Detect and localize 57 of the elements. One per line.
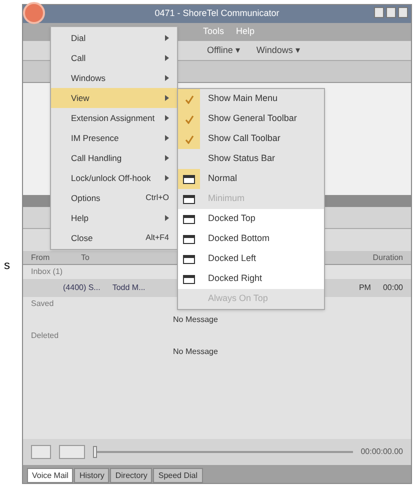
playback-time: 00:00:00.00: [360, 446, 403, 458]
menu-item[interactable]: Options Ctrl+O: [51, 188, 177, 208]
menu-item: Minimum: [178, 189, 324, 209]
menu-item[interactable]: Call: [51, 48, 177, 68]
toolbar-button[interactable]: Windows ▾: [252, 44, 304, 58]
menu-item[interactable]: Close Alt+F4: [51, 228, 177, 248]
menu-item[interactable]: Extension Assignment: [51, 108, 177, 128]
menu-item[interactable]: Call Handling: [51, 148, 177, 168]
menu-item[interactable]: Windows: [51, 68, 177, 88]
menu-item[interactable]: Docked Left: [178, 249, 324, 269]
player-button[interactable]: [59, 445, 85, 459]
maximize-button[interactable]: [386, 7, 396, 18]
message-cell[interactable]: PM: [358, 282, 371, 294]
window-icon: [183, 174, 195, 184]
menu-item: Always On Top: [207, 292, 269, 306]
check-icon: [184, 134, 194, 144]
menu-item[interactable]: Docked Bottom: [178, 229, 324, 249]
player-button[interactable]: [31, 445, 51, 459]
menu-item[interactable]: Show Call Toolbar: [178, 129, 324, 149]
tab[interactable]: History: [74, 468, 110, 483]
menu-item[interactable]: Dial: [51, 28, 177, 48]
menu-item[interactable]: Docked Right: [178, 269, 324, 289]
stray-letter: s: [4, 257, 10, 274]
window-title: 0471 - ShoreTel Communicator: [154, 7, 280, 20]
tab[interactable]: Directory: [110, 468, 152, 483]
column-header-cell[interactable]: Duration: [372, 252, 403, 264]
window-icon: [183, 194, 195, 204]
menu-item[interactable]: Help: [51, 208, 177, 228]
window-icon: [183, 254, 195, 264]
tab[interactable]: Voice Mail: [27, 468, 74, 483]
close-button[interactable]: [398, 7, 408, 18]
column-header-cell[interactable]: To: [81, 252, 131, 264]
menu-item[interactable]: Show Status Bar: [178, 149, 324, 169]
window-icon: [183, 274, 195, 284]
message-cell[interactable]: 00:00: [382, 282, 403, 294]
window-icon: [183, 234, 195, 244]
menu-item[interactable]: Show General Toolbar: [178, 109, 324, 129]
menu-item[interactable]: Docked Top: [178, 209, 324, 229]
check-icon: [184, 114, 194, 124]
message-cell[interactable]: Todd M...: [112, 282, 146, 294]
column-header-cell[interactable]: From: [31, 252, 81, 264]
window-icon: [183, 214, 195, 224]
menu-item[interactable]: Lock/unlock Off-hook: [51, 168, 177, 188]
seek-slider[interactable]: [93, 446, 353, 458]
menu-item[interactable]: Normal: [178, 169, 324, 189]
menu-item[interactable]: Show Main Menu: [178, 89, 324, 109]
slider-thumb[interactable]: [93, 446, 97, 458]
toolbar-button[interactable]: Offline ▾: [203, 44, 244, 58]
menu-item[interactable]: IM Presence: [51, 128, 177, 148]
minimize-button[interactable]: [374, 7, 384, 18]
tab[interactable]: Speed Dial: [153, 468, 203, 483]
empty-message: No Message: [173, 314, 218, 326]
menu-item[interactable]: View: [51, 88, 177, 108]
check-icon: [184, 94, 194, 104]
message-cell[interactable]: (4400) S...: [63, 282, 100, 294]
empty-message: No Message: [173, 346, 218, 358]
group-header[interactable]: Inbox (1): [31, 266, 63, 278]
